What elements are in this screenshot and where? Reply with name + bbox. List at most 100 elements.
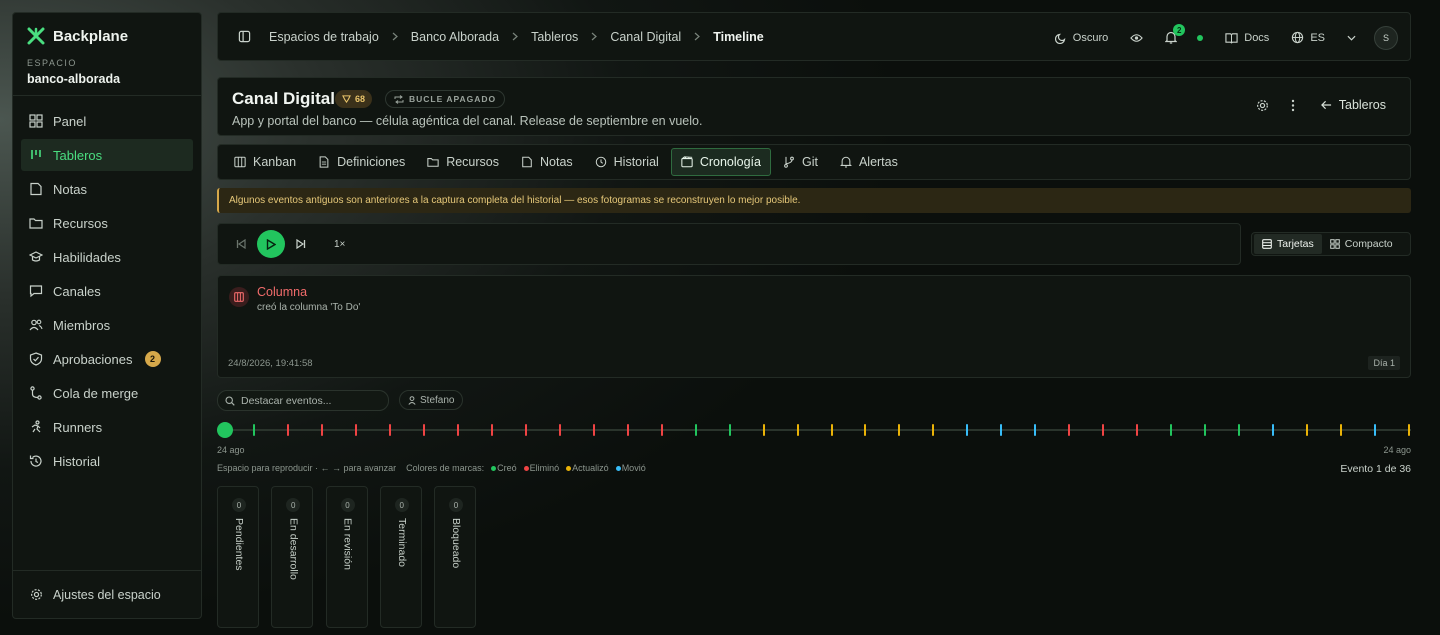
timeline-event-mark[interactable] (423, 424, 425, 436)
view-mode-toggle: Tarjetas Compacto (1251, 232, 1411, 256)
docs-button[interactable]: Docs (1225, 32, 1269, 44)
tab-recursos[interactable]: Recursos (417, 148, 509, 176)
repeat-icon (394, 94, 404, 104)
breadcrumb-item-tableros[interactable]: Tableros (531, 30, 578, 44)
brand[interactable]: Backplane (27, 27, 128, 45)
legend-item-movio: Movió (613, 463, 646, 473)
sidebar-toggle-icon[interactable] (238, 30, 251, 43)
timeline-track[interactable] (217, 429, 1411, 431)
back-to-boards-button[interactable]: Tableros (1320, 98, 1386, 112)
tab-label: Recursos (446, 155, 499, 169)
timeline-event-mark[interactable] (864, 424, 866, 436)
column-name: En desarrollo (287, 518, 300, 580)
kanban-column-pendientes[interactable]: 0 Pendientes (217, 486, 259, 628)
sidebar-item-notas[interactable]: Notas (21, 173, 193, 205)
project-score: 68 (355, 94, 366, 104)
sidebar-item-panel[interactable]: Panel (21, 105, 193, 137)
timeline-event-mark[interactable] (932, 424, 934, 436)
sidebar-item-recursos[interactable]: Recursos (21, 207, 193, 239)
timeline-event-mark[interactable] (1034, 424, 1036, 436)
timeline-event-mark[interactable] (1204, 424, 1206, 436)
highlight-events-search[interactable]: Destacar eventos... (217, 390, 389, 411)
timeline-event-mark[interactable] (1102, 424, 1104, 436)
sidebar-item-habilidades[interactable]: Habilidades (21, 241, 193, 273)
timeline-event-mark[interactable] (831, 424, 833, 436)
timeline-event-mark[interactable] (457, 424, 459, 436)
timeline-event-mark[interactable] (695, 424, 697, 436)
tab-cronologia[interactable]: Cronología (670, 148, 771, 176)
avatar[interactable]: S (1374, 25, 1398, 50)
timeline-event-mark[interactable] (1238, 424, 1240, 436)
kanban-column-terminado[interactable]: 0 Terminado (379, 486, 422, 628)
skip-back-icon[interactable] (236, 239, 246, 249)
sidebar-item-runners[interactable]: Runners (21, 411, 193, 443)
timeline-event-mark[interactable] (1272, 424, 1274, 436)
timeline-event-mark[interactable] (593, 424, 595, 436)
timeline-event-mark[interactable] (627, 424, 629, 436)
timeline-event-mark[interactable] (1136, 424, 1138, 436)
view-cards-button[interactable]: Tarjetas (1254, 234, 1322, 254)
timeline-event-mark[interactable] (763, 424, 765, 436)
tab-alertas[interactable]: Alertas (830, 148, 908, 176)
user-filter-chip[interactable]: Stefano (399, 390, 464, 410)
timeline-event-mark[interactable] (898, 424, 900, 436)
loop-status-badge[interactable]: BUCLE APAGADO (385, 90, 506, 108)
timeline-event-mark[interactable] (355, 424, 357, 436)
legend-dot (491, 465, 497, 471)
timeline-event-mark[interactable] (321, 424, 323, 436)
timeline-event-mark[interactable] (525, 424, 527, 436)
timeline-event-mark[interactable] (661, 424, 663, 436)
breadcrumb-separator-icon (694, 32, 701, 41)
timeline-event-mark[interactable] (966, 424, 968, 436)
timeline-event-mark[interactable] (1408, 424, 1410, 436)
kanban-column-en-desarrollo[interactable]: 0 En desarrollo (271, 486, 314, 628)
sidebar-item-cola-de-merge[interactable]: Cola de merge (21, 377, 193, 409)
visibility-button[interactable] (1130, 32, 1144, 44)
tab-notas[interactable]: Notas (511, 148, 583, 176)
project-settings-icon[interactable] (1256, 99, 1269, 112)
sidebar-item-tableros[interactable]: Tableros (21, 139, 193, 171)
sidebar-item-canales[interactable]: Canales (21, 275, 193, 307)
timeline-event-mark[interactable] (491, 424, 493, 436)
timeline-event-mark[interactable] (1340, 424, 1342, 436)
kanban-column-bloqueado[interactable]: 0 Bloqueado (434, 486, 476, 628)
timeline-event-mark[interactable] (729, 424, 731, 436)
timeline-event-mark[interactable] (1306, 424, 1308, 436)
playback-speed[interactable]: 1× (334, 239, 345, 250)
breadcrumb-item-banco-alborada[interactable]: Banco Alborada (411, 30, 499, 44)
skip-forward-icon[interactable] (296, 239, 306, 249)
workspace-settings-button[interactable]: Ajustes del espacio (13, 570, 201, 618)
timeline-event-mark[interactable] (1068, 424, 1070, 436)
timeline-event-mark[interactable] (559, 424, 561, 436)
timeline-current-marker[interactable] (217, 422, 233, 438)
timeline-event-mark[interactable] (1000, 424, 1002, 436)
breadcrumb-item-canal-digital[interactable]: Canal Digital (610, 30, 681, 44)
workspace-name[interactable]: banco-alborada (27, 72, 120, 86)
kanban-column-en-revision[interactable]: 0 En revisión (325, 486, 368, 628)
timeline-event-mark[interactable] (1170, 424, 1172, 436)
notifications-button[interactable]: 2 (1165, 24, 1186, 44)
language-button[interactable]: ES (1291, 31, 1325, 44)
sidebar-item-aprobaciones[interactable]: Aprobaciones 2 (21, 343, 193, 375)
user-menu-button[interactable] (1347, 35, 1356, 41)
view-compact-button[interactable]: Compacto (1322, 234, 1401, 254)
history-icon (29, 454, 43, 468)
playback-controls: 1× (217, 223, 1241, 265)
timeline-event-mark[interactable] (797, 424, 799, 436)
play-button[interactable] (257, 230, 285, 258)
timeline-event-mark[interactable] (287, 424, 289, 436)
sidebar-item-miembros[interactable]: Miembros (21, 309, 193, 341)
tab-git[interactable]: Git (773, 148, 828, 176)
tab-label: Notas (540, 155, 573, 169)
tab-historial[interactable]: Historial (585, 148, 669, 176)
more-options-icon[interactable] (1291, 99, 1295, 112)
timeline-event-mark[interactable] (1374, 424, 1376, 436)
breadcrumb-item-espacios-de-trabajo[interactable]: Espacios de trabajo (269, 30, 379, 44)
timeline-event-mark[interactable] (389, 424, 391, 436)
breadcrumb-item-timeline: Timeline (713, 29, 764, 44)
tab-definiciones[interactable]: Definiciones (308, 148, 415, 176)
sidebar-item-historial[interactable]: Historial (21, 445, 193, 477)
theme-toggle-button[interactable]: Oscuro (1054, 32, 1108, 44)
timeline-event-mark[interactable] (253, 424, 255, 436)
tab-kanban[interactable]: Kanban (224, 148, 306, 176)
